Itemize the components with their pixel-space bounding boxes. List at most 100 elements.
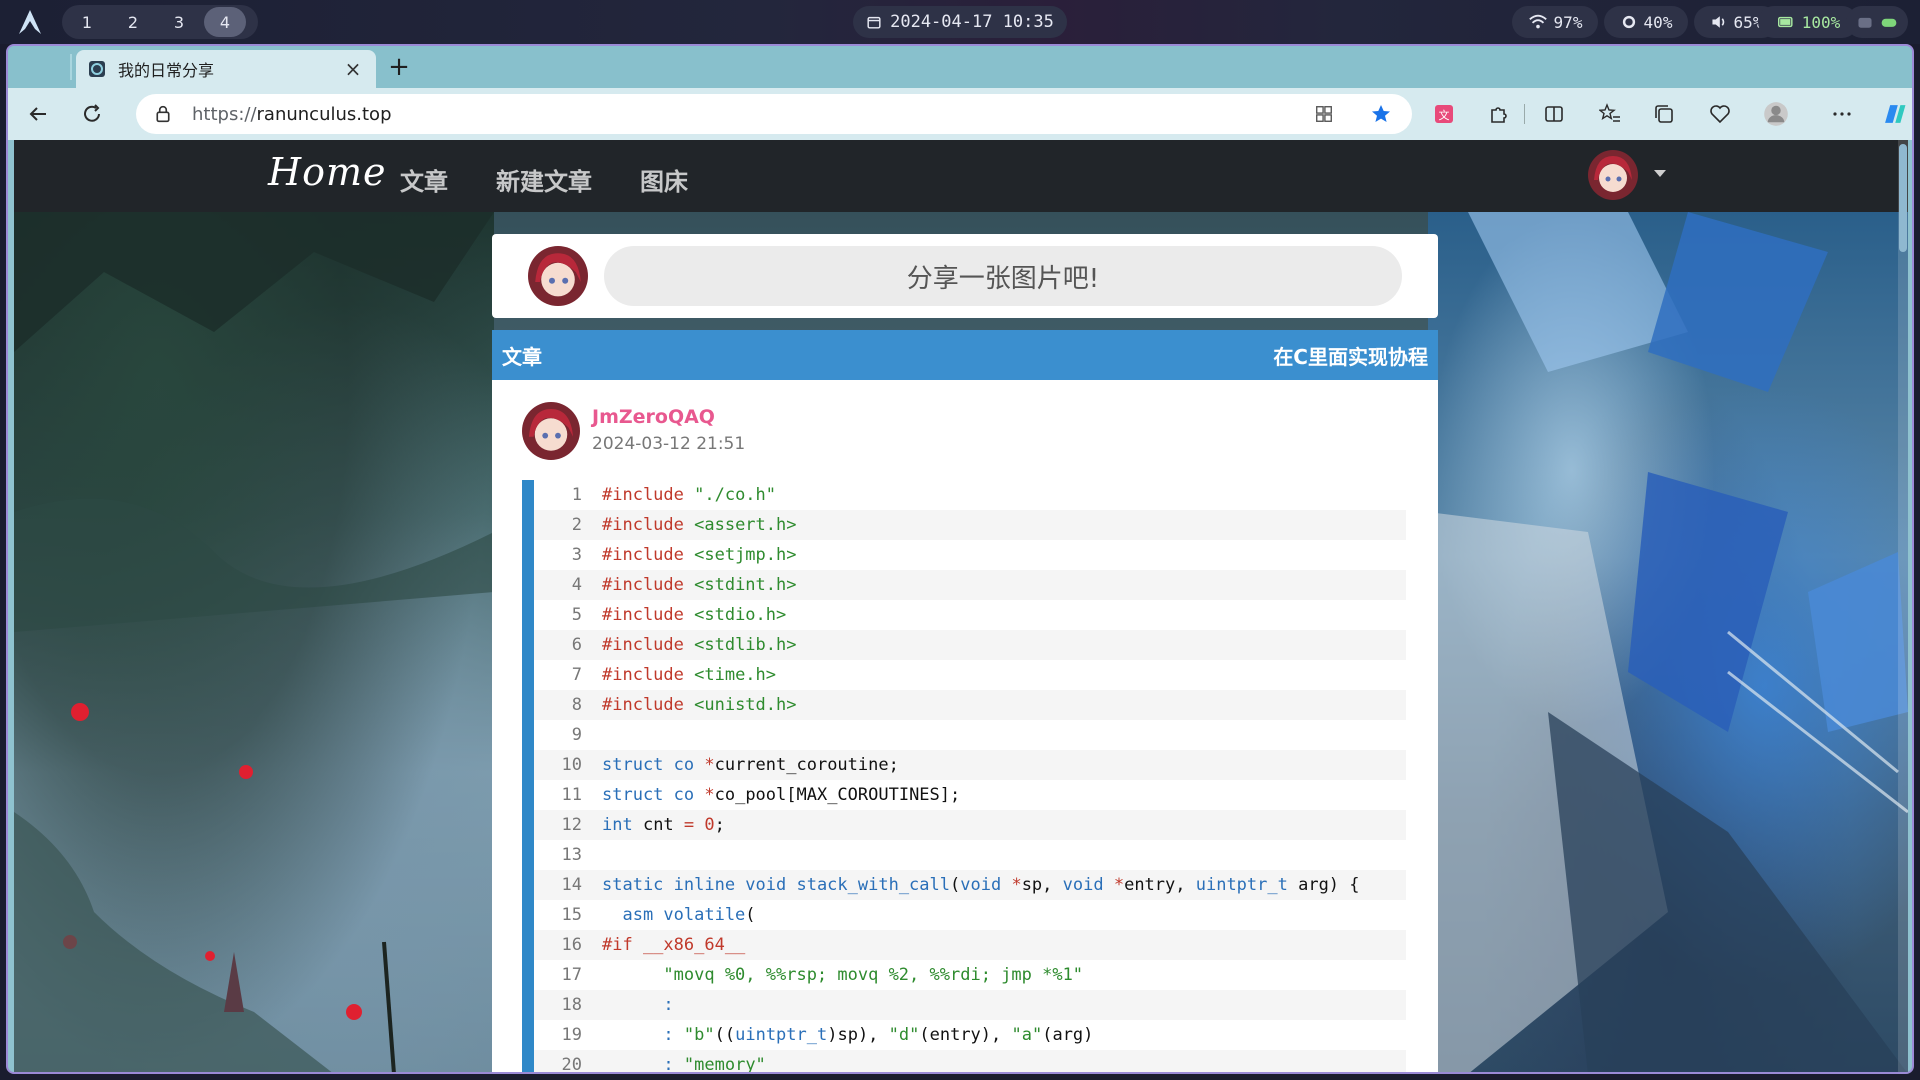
code-token: stack_with_call xyxy=(796,875,950,895)
user-avatar[interactable] xyxy=(1588,150,1638,200)
code-token: asm volatile xyxy=(602,905,746,925)
code-text: #include <assert.h> xyxy=(590,515,796,535)
nav-link-image-host[interactable]: 图床 xyxy=(640,162,688,197)
code-token: #include xyxy=(602,485,695,505)
url-scheme: https:// xyxy=(192,103,257,125)
author-avatar[interactable] xyxy=(522,402,580,460)
copilot-icon xyxy=(1885,105,1906,123)
clock-widget[interactable]: 2024-04-17 10:35 xyxy=(853,6,1067,38)
code-token: #include xyxy=(602,575,695,595)
lock-icon[interactable] xyxy=(154,104,172,124)
code-token: #include xyxy=(602,545,695,565)
url-text[interactable]: https://ranunculus.top xyxy=(192,104,392,125)
extension-button[interactable]: 文 xyxy=(1428,98,1460,130)
tab-active[interactable]: 我的日常分享 × xyxy=(76,50,376,88)
code-line: 17 "movq %0, %%rsp; movq %2, %%rdi; jmp … xyxy=(534,960,1406,990)
code-text: #include <unistd.h> xyxy=(590,695,796,715)
code-token: * xyxy=(704,785,715,805)
favorite-star-icon[interactable] xyxy=(1370,103,1392,125)
line-number: 13 xyxy=(561,845,582,865)
code-text: #include <stdint.h> xyxy=(590,575,796,595)
article-header: 文章 在C里面实现协程 xyxy=(492,330,1438,380)
line-number: 20 xyxy=(561,1055,582,1074)
post-date: 2024-03-12 21:51 xyxy=(592,434,746,454)
line-number: 19 xyxy=(561,1025,582,1045)
new-tab-button[interactable]: + xyxy=(384,52,414,82)
workspace-3[interactable]: 3 xyxy=(158,7,200,37)
address-bar[interactable]: https://ranunculus.top xyxy=(136,94,1412,134)
code-line: 13 xyxy=(534,840,1406,870)
wifi-icon xyxy=(1528,14,1547,29)
app-available-icon[interactable] xyxy=(1314,104,1334,124)
brightness-widget[interactable]: 40% xyxy=(1604,6,1688,38)
chevron-down-icon[interactable] xyxy=(1654,170,1666,177)
line-number: 9 xyxy=(571,725,582,745)
close-icon[interactable]: × xyxy=(342,57,364,81)
article-title[interactable]: 在C里面实现协程 xyxy=(1273,341,1428,370)
wifi-widget[interactable]: 97% xyxy=(1512,6,1598,38)
line-number: 11 xyxy=(561,785,582,805)
code-token: <setjmp.h> xyxy=(694,545,797,565)
article-card: 文章 在C里面实现协程 JmZeroQAQ 2024-03-12 21:51 1… xyxy=(492,330,1438,1074)
code-text: struct co *current_coroutine; xyxy=(590,755,899,775)
author-name-link[interactable]: JmZeroQAQ xyxy=(592,406,715,428)
site-brand-link[interactable]: Home xyxy=(268,150,387,194)
code-token: #include xyxy=(602,695,695,715)
code-line: 12 int cnt = 0; xyxy=(534,810,1406,840)
performance-button[interactable] xyxy=(1704,98,1736,130)
reload-icon xyxy=(84,104,100,122)
code-token: "a" xyxy=(1011,1025,1043,1045)
background-artwork-right xyxy=(1428,212,1908,1072)
back-button[interactable] xyxy=(22,98,54,130)
code-line: 11 struct co *co_pool[MAX_COROUTINES]; xyxy=(534,780,1406,810)
reload-button[interactable] xyxy=(76,98,108,130)
code-token: "movq %0, %%rsp; movq %2, %%rdi; jmp *%1… xyxy=(602,965,1084,985)
share-image-input[interactable]: 分享一张图片吧! xyxy=(604,246,1402,306)
code-text: #include <time.h> xyxy=(590,665,776,685)
code-token: static inline void xyxy=(602,875,797,895)
workspace-1[interactable]: 1 xyxy=(66,7,108,37)
line-number: 5 xyxy=(571,605,582,625)
arrow-left-icon xyxy=(29,107,46,121)
user-avatar-image xyxy=(1588,150,1638,200)
collections-button[interactable] xyxy=(1648,98,1680,130)
page-scrollbar[interactable] xyxy=(1898,140,1908,1072)
code-token: ( xyxy=(950,875,961,895)
code-line: 14 static inline void stack_with_call(voi… xyxy=(534,870,1406,900)
code-token: : xyxy=(663,1055,684,1074)
line-number: 14 xyxy=(561,875,582,895)
more-menu-button[interactable] xyxy=(1826,98,1858,130)
tray-widget[interactable] xyxy=(1846,6,1908,38)
nav-link-articles[interactable]: 文章 xyxy=(400,162,448,197)
code-token: : xyxy=(663,1025,684,1045)
line-number: 1 xyxy=(571,485,582,505)
workspace-2[interactable]: 2 xyxy=(112,7,154,37)
profile-button[interactable] xyxy=(1760,98,1792,130)
code-token: #if __x86_64__ xyxy=(602,935,746,955)
code-line: 7 #include <time.h> xyxy=(534,660,1406,690)
brightness-level: 40% xyxy=(1643,12,1673,32)
copilot-button[interactable] xyxy=(1878,98,1910,130)
scrollbar-thumb[interactable] xyxy=(1899,144,1907,252)
code-token: ( xyxy=(745,905,756,925)
code-text: "movq %0, %%rsp; movq %2, %%rdi; jmp *%1… xyxy=(590,965,1083,985)
code-text: : "b"((uintptr_t)sp), "d"(entry), "a"(ar… xyxy=(590,1025,1093,1045)
gamepad-icon xyxy=(1881,18,1897,27)
split-screen-button[interactable] xyxy=(1538,98,1570,130)
code-token: "d" xyxy=(888,1025,920,1045)
code-token: 0 xyxy=(704,815,715,835)
line-number: 6 xyxy=(571,635,582,655)
favorites-button[interactable] xyxy=(1594,98,1626,130)
code-line: 8 #include <unistd.h> xyxy=(534,690,1406,720)
workspace-4[interactable]: 4 xyxy=(204,7,246,37)
article-section-label[interactable]: 文章 xyxy=(502,341,542,370)
code-line: 19 : "b"((uintptr_t)sp), "d"(entry), "a"… xyxy=(534,1020,1406,1050)
extensions-button[interactable] xyxy=(1482,98,1514,130)
code-text: #include <stdlib.h> xyxy=(590,635,796,655)
battery-level: 100% xyxy=(1801,12,1841,32)
battery-widget[interactable]: 100% xyxy=(1758,6,1858,38)
arch-linux-logo-icon[interactable] xyxy=(18,9,42,35)
code-line: 6 #include <stdlib.h> xyxy=(534,630,1406,660)
code-token: #include xyxy=(602,515,695,535)
nav-link-new-article[interactable]: 新建文章 xyxy=(496,162,592,197)
